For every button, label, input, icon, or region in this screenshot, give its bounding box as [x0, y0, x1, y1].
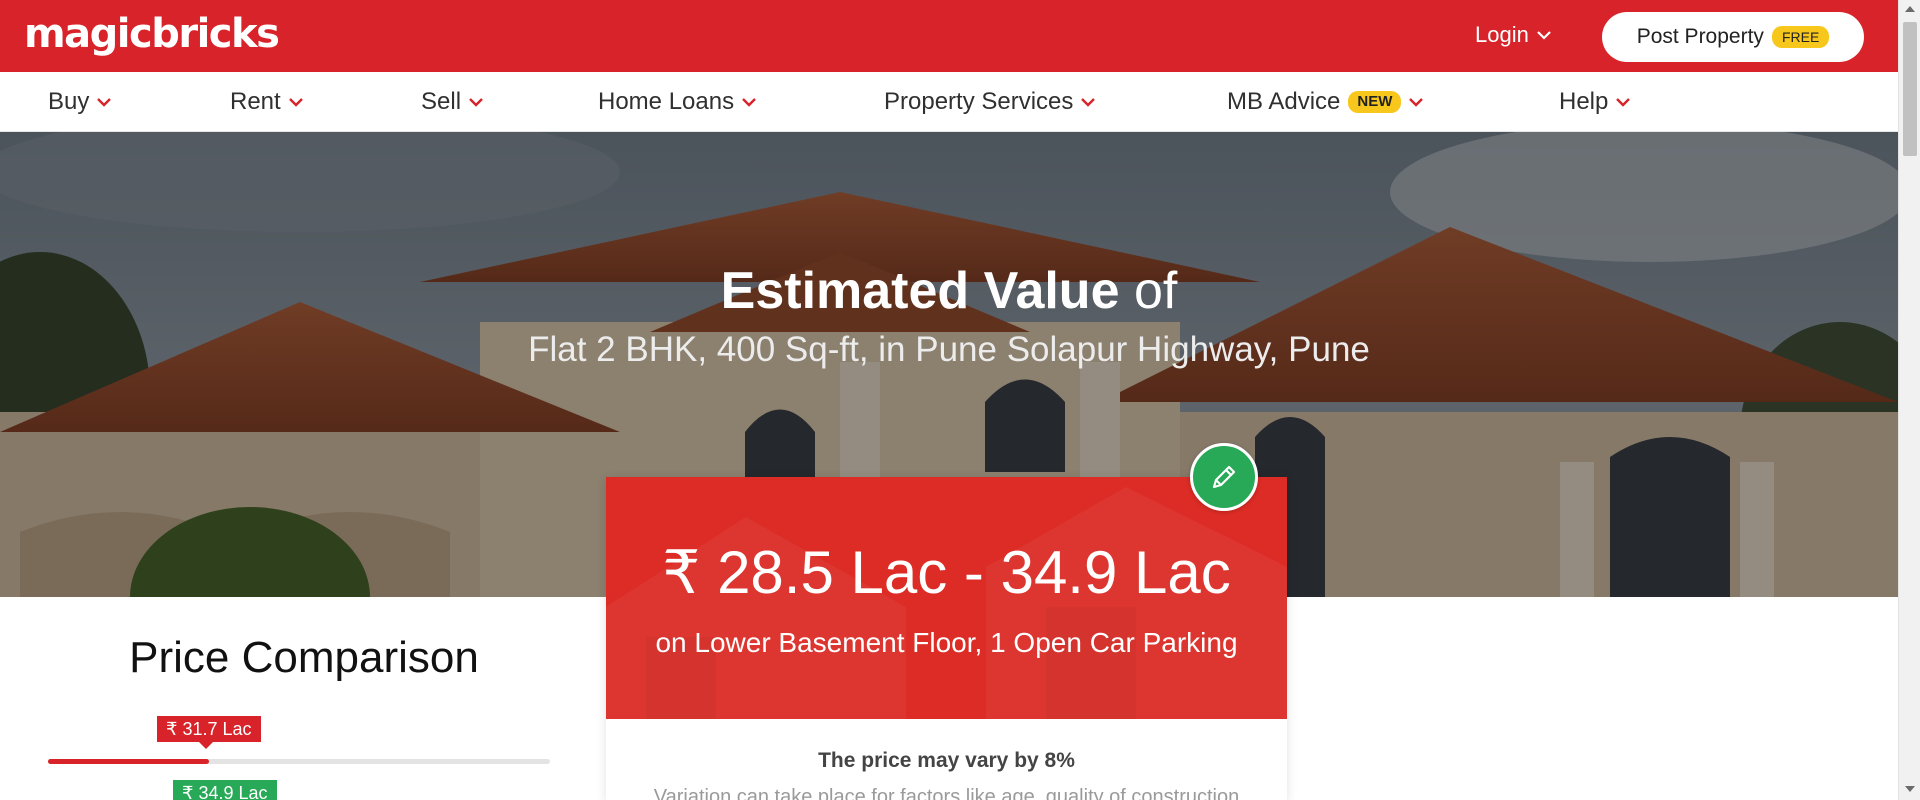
hero-title: Estimated Value of	[0, 258, 1898, 324]
estimate-card-header: ₹ 28.5 Lac - 34.9 Lac on Lower Basement …	[606, 477, 1287, 719]
login-menu[interactable]: Login	[1475, 20, 1551, 50]
nav-item-property-services[interactable]: Property Services	[884, 72, 1096, 132]
property-description: Flat 2 BHK, 400 Sq-ft, in Pune Solapur H…	[528, 330, 1370, 369]
chevron-down-icon	[1537, 30, 1551, 40]
new-badge: NEW	[1348, 91, 1402, 113]
price-comparison-title: Price Comparison	[129, 633, 479, 682]
post-property-label: Post Property	[1636, 25, 1764, 48]
chevron-down-icon	[1409, 97, 1424, 107]
price-range-fill	[48, 759, 209, 764]
hero-title-bold: Estimated Value	[720, 262, 1120, 320]
max-price-tag: ₹ 34.9 Lac	[173, 780, 277, 800]
main-nav: Buy Rent Sell Home Loans Property Servic…	[0, 72, 1898, 132]
nav-item-sell[interactable]: Sell	[421, 72, 483, 132]
chevron-down-icon	[1081, 97, 1096, 107]
post-property-button[interactable]: Post Property FREE	[1602, 12, 1864, 62]
magicbricks-logo[interactable]: magicbricks	[24, 10, 280, 58]
variation-title: The price may vary by 8%	[818, 749, 1075, 772]
nav-label: MB Advice	[1227, 88, 1341, 115]
chevron-down-icon	[1616, 97, 1631, 107]
price-marker-pointer	[199, 742, 213, 749]
estimate-card: ₹ 28.5 Lac - 34.9 Lac on Lower Basement …	[606, 477, 1287, 800]
price-marker-tag: ₹ 31.7 Lac	[157, 716, 261, 742]
chevron-down-icon	[742, 97, 756, 107]
nav-item-home-loans[interactable]: Home Loans	[598, 72, 756, 132]
chevron-down-icon	[288, 97, 303, 107]
login-label: Login	[1475, 22, 1529, 47]
nav-item-buy[interactable]: Buy	[48, 72, 112, 132]
scroll-down-icon[interactable]	[1905, 786, 1915, 792]
price-details: on Lower Basement Floor, 1 Open Car Park…	[655, 627, 1238, 658]
pencil-icon	[1212, 465, 1236, 489]
scroll-up-icon[interactable]	[1905, 6, 1915, 12]
edit-button[interactable]	[1190, 443, 1258, 511]
nav-label: Sell	[421, 88, 462, 115]
nav-item-rent[interactable]: Rent	[230, 72, 303, 132]
estimated-price-range: ₹ 28.5 Lac - 34.9 Lac	[662, 539, 1231, 606]
nav-label: Home Loans	[598, 88, 735, 115]
hero-title-rest: of	[1133, 262, 1178, 320]
top-header: magicbricks Login Post Property FREE	[0, 0, 1898, 72]
nav-item-mb-advice[interactable]: MB Advice NEW	[1227, 72, 1424, 132]
variation-text: Variation can take place for factors lik…	[653, 786, 1240, 800]
scrollbar-thumb[interactable]	[1903, 22, 1917, 156]
chevron-down-icon	[469, 97, 483, 107]
chevron-down-icon	[97, 97, 112, 107]
nav-label: Property Services	[884, 88, 1074, 115]
free-badge: FREE	[1771, 26, 1830, 48]
nav-label: Rent	[230, 88, 281, 115]
nav-label: Buy	[48, 88, 90, 115]
page-scrollbar[interactable]	[1898, 0, 1920, 800]
nav-item-help[interactable]: Help	[1559, 72, 1631, 132]
nav-label: Help	[1559, 88, 1609, 115]
